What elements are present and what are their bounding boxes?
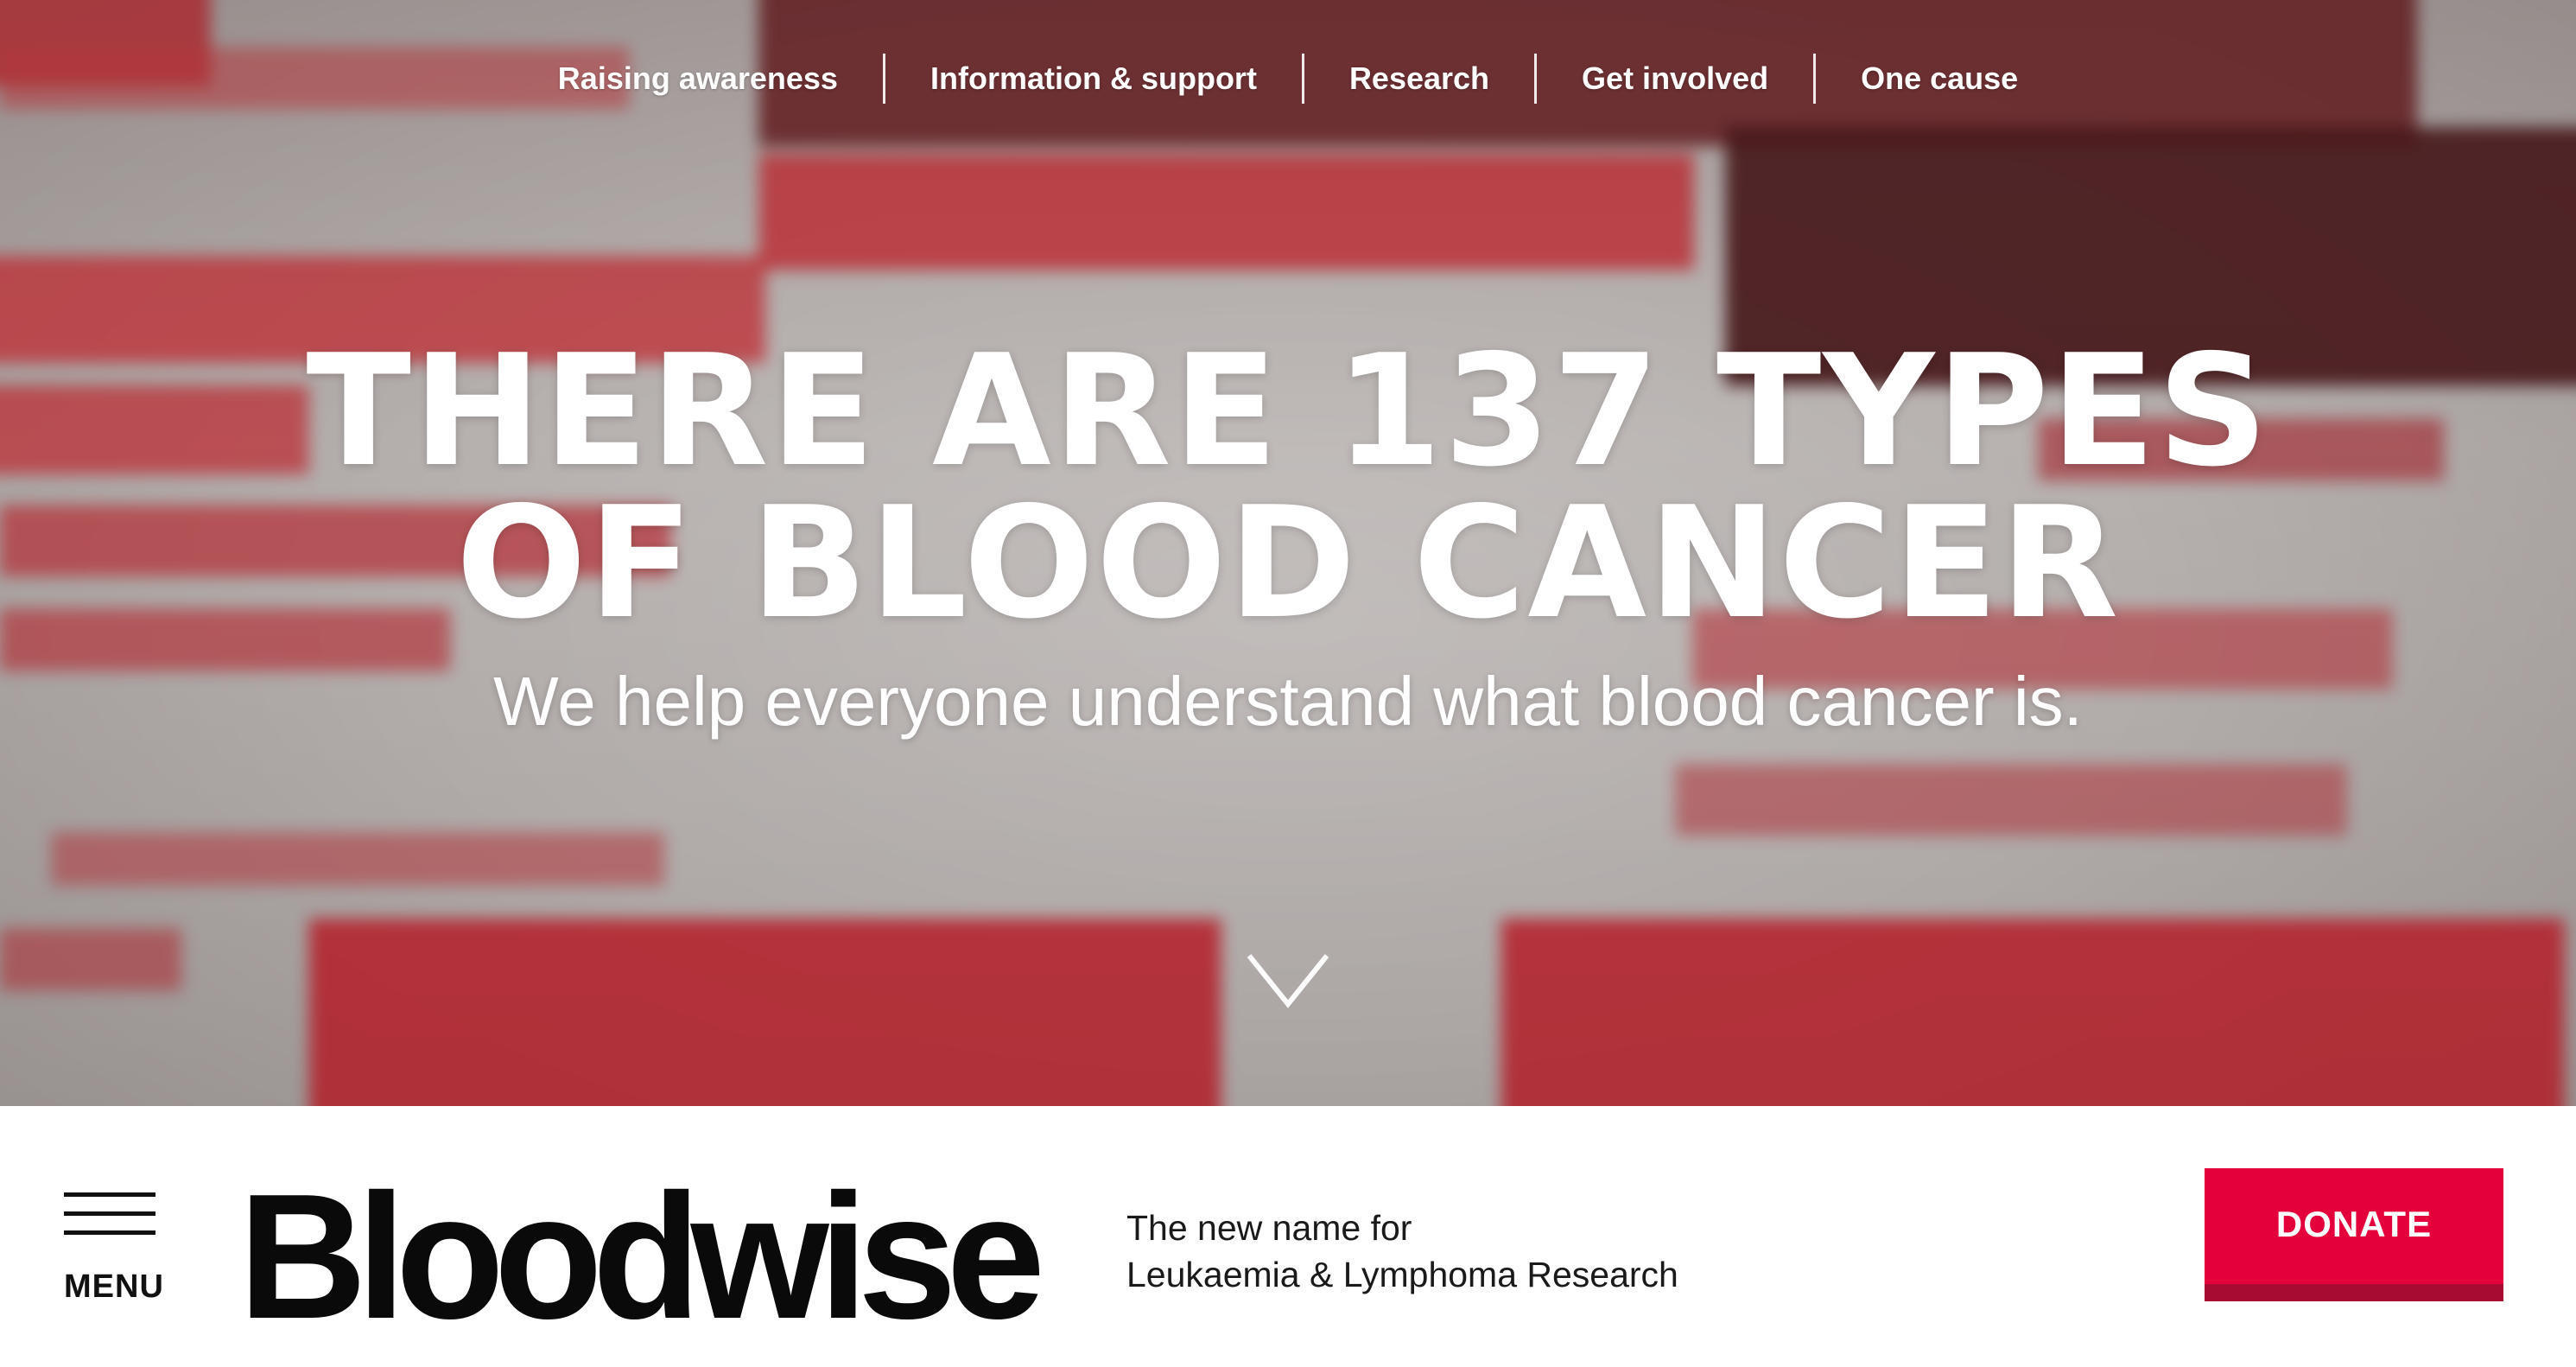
top-nav: Raising awareness Information & support … [0,54,2576,104]
nav-item-information-support[interactable]: Information & support [885,54,1302,104]
hero-headline: THERE ARE 137 TYPES OF BLOOD CANCER [0,321,2576,652]
tagline-line-2: Leukaemia & Lymphoma Research [1126,1255,1678,1294]
menu-button[interactable]: MENU [64,1192,163,1313]
hero-section: ▇▇▇ ▇▇▇▇▇▇▇▇▇▇▇▇ ▇▇▇▇▇ ▇▇▇▇▇▇▇▇▇▇▇▇▇▇ ▇▇… [0,0,2576,1106]
hero-subheadline: We help everyone understand what blood c… [493,663,2083,740]
hero-headline-line-2: OF BLOOD CANCER [455,474,2121,652]
bloodwise-logo[interactable]: Bloodwise [238,1167,1045,1345]
nav-item-get-involved[interactable]: Get involved [1537,54,1813,104]
menu-label: MENU [64,1268,164,1305]
donate-label: DONATE [2275,1204,2433,1244]
nav-item-research[interactable]: Research [1304,54,1534,104]
chevron-down-icon[interactable] [1246,951,1330,1011]
brand-bar: MENU Bloodwise The new name for Leukaemi… [0,1106,2576,1367]
brand-tagline: The new name for Leukaemia & Lymphoma Re… [1126,1205,1678,1298]
hero-headline-line-1: THERE ARE 137 TYPES [306,321,2270,500]
donate-button[interactable]: DONATE [2205,1168,2503,1301]
nav-item-one-cause[interactable]: One cause [1816,54,2063,104]
tagline-line-1: The new name for [1126,1208,1412,1248]
nav-item-raising-awareness[interactable]: Raising awareness [513,54,883,104]
